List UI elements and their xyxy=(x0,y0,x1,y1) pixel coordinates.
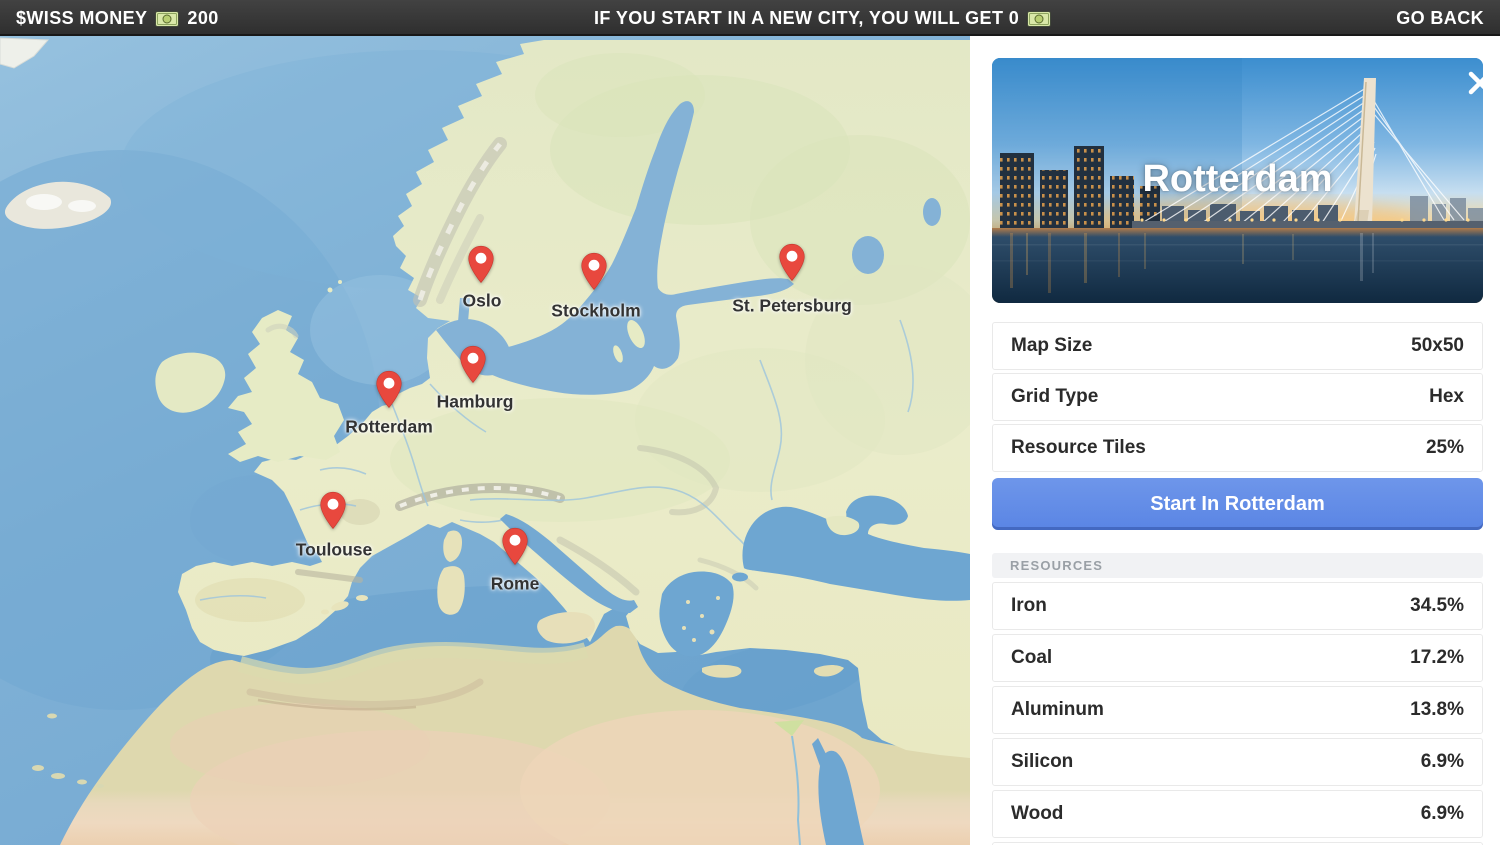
info-label: Resource Tiles xyxy=(1011,437,1146,459)
info-row: Map Size 50x50 xyxy=(992,322,1483,370)
info-value: Hex xyxy=(1429,386,1464,408)
city-pin-rome[interactable] xyxy=(502,527,529,571)
info-label: Map Size xyxy=(1011,335,1092,357)
city-pin-st-petersburg[interactable] xyxy=(779,243,806,287)
resource-name: Wood xyxy=(1011,803,1063,825)
info-row: Grid Type Hex xyxy=(992,373,1483,421)
info-label: Grid Type xyxy=(1011,386,1098,408)
info-value: 50x50 xyxy=(1411,335,1464,357)
resource-row: Silicon 6.9% xyxy=(992,738,1483,786)
city-label: Oslo xyxy=(463,291,502,312)
money-label: $WISS MONEY xyxy=(16,8,147,29)
resource-row: Coal 17.2% xyxy=(992,634,1483,682)
city-photo-card: Rotterdam xyxy=(992,58,1483,303)
banknote-icon xyxy=(155,11,179,27)
resources-header: RESOURCES xyxy=(992,553,1483,578)
city-panel: Rotterdam Map Size 50x50 Grid Type Hex R… xyxy=(970,36,1500,845)
resources-list: Iron 34.5% Coal 17.2% Aluminum 13.8% Sil… xyxy=(992,582,1483,838)
city-pin-stockholm[interactable] xyxy=(581,252,608,296)
resource-name: Iron xyxy=(1011,595,1047,617)
resource-name: Silicon xyxy=(1011,751,1073,773)
city-pin-toulouse[interactable] xyxy=(320,491,347,535)
money-value: 200 xyxy=(187,8,218,29)
city-label: Rotterdam xyxy=(345,417,433,438)
city-pin-hamburg[interactable] xyxy=(460,345,487,389)
city-name-title: Rotterdam xyxy=(992,157,1483,200)
start-in-city-button[interactable]: Start In Rotterdam xyxy=(992,478,1483,530)
top-bar: $WISS MONEY 200 IF YOU START IN A NEW CI… xyxy=(0,0,1500,36)
info-value: 25% xyxy=(1426,437,1464,459)
resource-value: 34.5% xyxy=(1410,595,1464,617)
info-row: Resource Tiles 25% xyxy=(992,424,1483,472)
map-terrain xyxy=(0,0,970,845)
resource-value: 6.9% xyxy=(1421,803,1464,825)
city-label: Rome xyxy=(491,574,540,595)
resource-name: Aluminum xyxy=(1011,699,1104,721)
message-text: IF YOU START IN A NEW CITY, YOU WILL GET… xyxy=(594,8,1019,29)
city-pin-oslo[interactable] xyxy=(468,245,495,289)
money-display: $WISS MONEY 200 xyxy=(16,0,219,36)
city-label: Stockholm xyxy=(551,301,640,322)
city-label: St. Petersburg xyxy=(732,296,852,317)
resource-row: Wood 6.9% xyxy=(992,790,1483,838)
map-info-list: Map Size 50x50 Grid Type Hex Resource Ti… xyxy=(992,322,1483,472)
resource-value: 6.9% xyxy=(1421,751,1464,773)
banknote-icon xyxy=(1027,11,1051,27)
europe-map[interactable]: Oslo Stockholm St. Petersburg HamburgRotter… xyxy=(0,0,970,845)
city-label: Toulouse xyxy=(296,540,372,561)
resource-row: Iron 34.5% xyxy=(992,582,1483,630)
resource-name: Coal xyxy=(1011,647,1052,669)
city-label: Hamburg xyxy=(437,392,514,413)
resource-value: 17.2% xyxy=(1410,647,1464,669)
resource-value: 13.8% xyxy=(1410,699,1464,721)
resource-row: Aluminum 13.8% xyxy=(992,686,1483,734)
go-back-button[interactable]: GO BACK xyxy=(1396,0,1484,36)
new-city-message: IF YOU START IN A NEW CITY, YOU WILL GET… xyxy=(594,0,1051,36)
city-pin-rotterdam[interactable] xyxy=(376,370,403,414)
